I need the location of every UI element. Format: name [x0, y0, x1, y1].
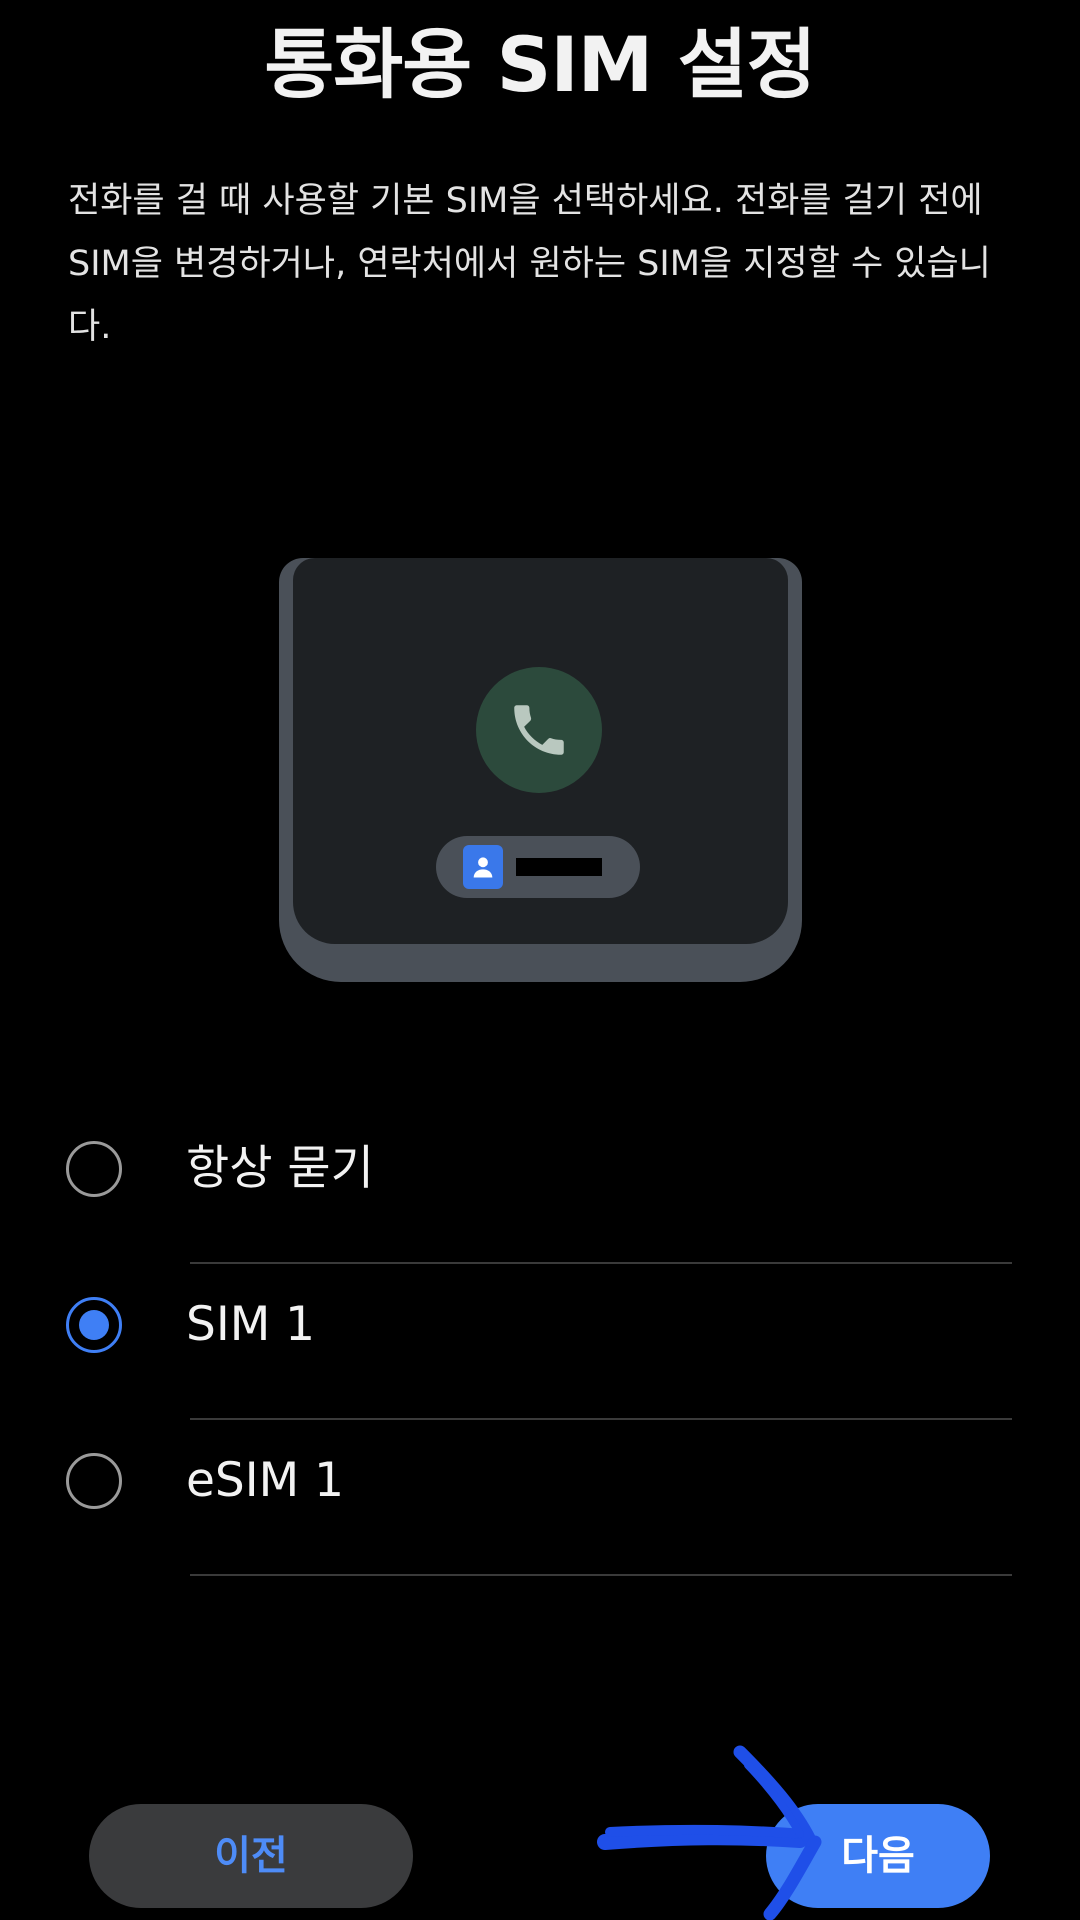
radio-button-selected[interactable] [66, 1297, 122, 1353]
option-label: eSIM 1 [186, 1453, 345, 1508]
option-label: 항상 묻기 [186, 1141, 374, 1196]
contact-pill-graphic [436, 836, 640, 898]
contact-card-icon [463, 845, 503, 889]
call-sim-illustration [279, 558, 802, 982]
divider [190, 1574, 1012, 1576]
next-button[interactable]: 다음 [766, 1804, 990, 1908]
radio-button[interactable] [66, 1141, 122, 1197]
call-button-graphic [476, 667, 602, 793]
option-sim1[interactable]: SIM 1 [0, 1264, 1080, 1420]
sim-option-list: 항상 묻기 SIM 1 eSIM 1 [0, 1108, 1080, 1576]
previous-button[interactable]: 이전 [89, 1804, 413, 1908]
phone-icon [514, 705, 564, 755]
radio-button[interactable] [66, 1453, 122, 1509]
page-title: 통화용 SIM 설정 [264, 20, 816, 109]
contact-name-placeholder [516, 858, 602, 876]
option-label: SIM 1 [186, 1297, 316, 1352]
page-description: 전화를 걸 때 사용할 기본 SIM을 선택하세요. 전화를 걸기 전에 SIM… [68, 181, 991, 347]
option-always-ask[interactable]: 항상 묻기 [0, 1108, 1080, 1264]
option-esim1[interactable]: eSIM 1 [0, 1420, 1080, 1576]
